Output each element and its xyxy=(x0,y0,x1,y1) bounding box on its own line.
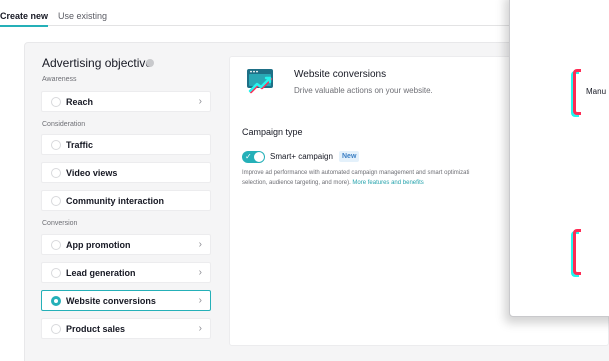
smart-campaign-label: Smart+ campaign xyxy=(270,152,333,161)
objective-option-website-conversions[interactable]: Website conversions › xyxy=(41,290,211,311)
objective-option-label: Video views xyxy=(66,168,118,178)
info-circle-icon[interactable] xyxy=(146,59,154,67)
objective-option-reach[interactable]: Reach › xyxy=(41,91,211,112)
campaign-type-heading: Campaign type xyxy=(242,127,303,137)
radio-button[interactable] xyxy=(51,324,61,334)
more-features-link[interactable]: More features and benefits xyxy=(352,180,423,186)
trending-up-browser-icon xyxy=(247,69,273,94)
chevron-right-icon: › xyxy=(198,295,202,306)
objective-option-label: Traffic xyxy=(66,140,94,150)
smart-campaign-toggle[interactable]: ✓ xyxy=(242,151,265,163)
campaign-type-modal: Manu xyxy=(509,0,609,317)
chevron-right-icon: › xyxy=(198,239,202,250)
radio-button[interactable] xyxy=(51,140,61,150)
objective-option-app-promotion[interactable]: App promotion › xyxy=(41,234,211,255)
bracket-accent-icon xyxy=(573,229,581,275)
objective-option-lead-generation[interactable]: Lead generation › xyxy=(41,262,211,283)
group-label-consideration: Consideration xyxy=(42,121,86,128)
advertising-objective-title: Advertising objective xyxy=(42,56,153,70)
chevron-right-icon: › xyxy=(198,96,202,107)
radio-button[interactable] xyxy=(51,97,61,107)
chevron-right-icon: › xyxy=(198,323,202,334)
description-line-1: Improve ad performance with automated ca… xyxy=(242,170,470,176)
description-line-2: selection, audience targeting, and more)… xyxy=(242,180,351,186)
check-icon: ✓ xyxy=(245,152,252,161)
detail-subtitle: Drive valuable actions on your website. xyxy=(294,86,433,95)
toggle-knob xyxy=(254,152,264,162)
objective-option-label: Website conversions xyxy=(66,296,156,306)
objective-option-video-views[interactable]: Video views xyxy=(41,162,211,183)
radio-button[interactable] xyxy=(51,268,61,278)
objective-option-traffic[interactable]: Traffic xyxy=(41,134,211,155)
group-label-conversion: Conversion xyxy=(42,220,78,227)
objective-option-label: Product sales xyxy=(66,324,126,334)
radio-button[interactable] xyxy=(51,240,61,250)
radio-button[interactable] xyxy=(51,168,61,178)
objective-option-label: App promotion xyxy=(66,240,131,250)
radio-button[interactable] xyxy=(51,196,61,206)
smart-campaign-description: Improve ad performance with automated ca… xyxy=(242,168,512,188)
objective-option-community-interaction[interactable]: Community interaction xyxy=(41,190,211,211)
detail-title: Website conversions xyxy=(294,69,387,80)
modal-option-label: Manu xyxy=(586,87,607,96)
objective-option-label: Reach xyxy=(66,97,94,107)
objective-option-label: Lead generation xyxy=(66,268,136,278)
chevron-right-icon: › xyxy=(198,267,202,278)
tab-create-new[interactable]: Create new xyxy=(0,11,49,27)
group-label-awareness: Awareness xyxy=(42,76,77,83)
objective-option-product-sales[interactable]: Product sales › xyxy=(41,318,211,339)
radio-button-selected[interactable] xyxy=(51,296,61,306)
tab-use-existing[interactable]: Use existing xyxy=(58,11,107,22)
objective-option-label: Community interaction xyxy=(66,196,165,206)
bracket-accent-icon xyxy=(573,69,581,115)
new-badge: New xyxy=(339,151,360,162)
